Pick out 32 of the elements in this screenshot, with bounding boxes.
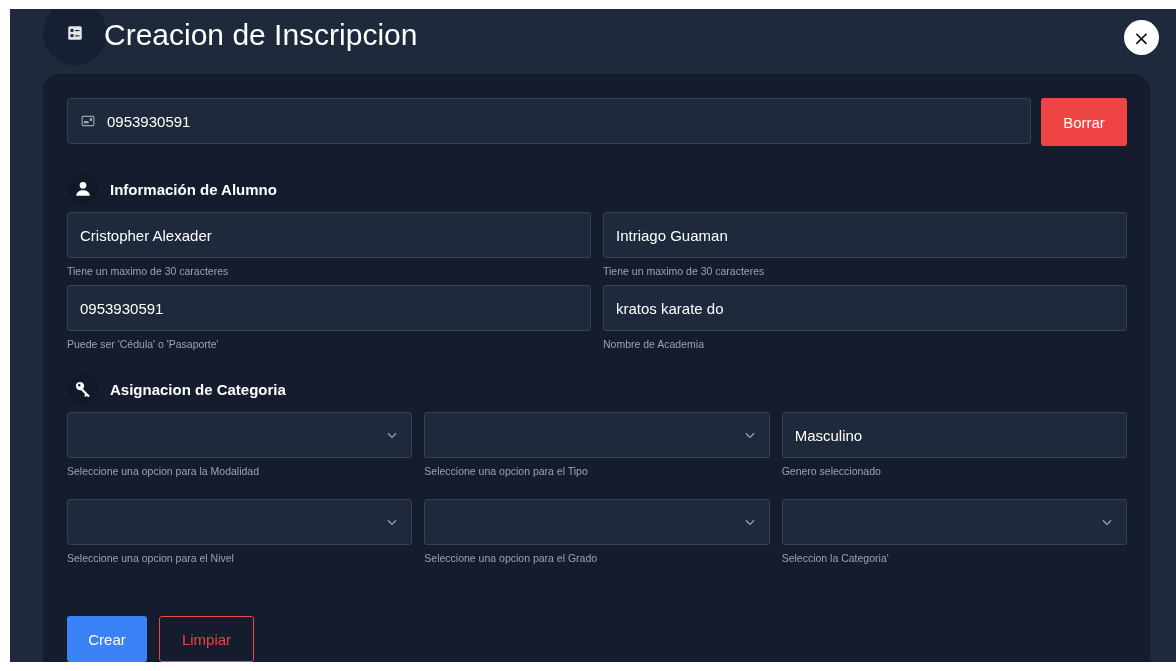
input-field[interactable]: Intriago Guaman xyxy=(603,212,1127,258)
search-field[interactable]: 0953930591 xyxy=(67,98,1031,144)
helper-text: Nombre de Academia xyxy=(603,338,705,352)
delete-button[interactable]: Borrar xyxy=(1041,98,1127,146)
helper-text: Seleccione una opcion para la Modalidad xyxy=(67,465,261,479)
input-field[interactable]: Masculino xyxy=(781,412,1127,458)
select-field[interactable] xyxy=(67,499,413,545)
select-field[interactable] xyxy=(424,412,770,458)
input-field[interactable]: kratos karate do xyxy=(603,285,1127,331)
close-button[interactable]: × xyxy=(1124,20,1159,55)
select-field[interactable] xyxy=(781,499,1127,545)
clear-button[interactable]: Limpiar xyxy=(159,616,254,662)
create-button[interactable]: Crear xyxy=(67,616,147,662)
select-field[interactable] xyxy=(424,499,770,545)
helper-text: Tiene un maximo de 30 caracteres xyxy=(67,265,230,279)
section-heading: Información de Alumno xyxy=(110,180,277,198)
form-icon xyxy=(66,23,84,42)
person-icon xyxy=(74,180,92,198)
id-card-icon xyxy=(81,114,95,128)
helper-text: Seleccione una opcion para el Nivel xyxy=(67,552,235,566)
section-heading: Asignacion de Categoria xyxy=(110,380,286,398)
helper-text: Tiene un maximo de 30 caracteres xyxy=(603,265,766,279)
helper-text: Seleccione una opcion para el Grado xyxy=(424,552,599,566)
helper-text: Seleccione una opcion para el Tipo xyxy=(424,465,589,479)
dialog-title: Creacion de Inscripcion xyxy=(104,16,419,52)
helper-text: Seleccion la Categoria' xyxy=(781,552,890,566)
input-field[interactable]: 0953930591 xyxy=(67,285,591,331)
select-field[interactable] xyxy=(67,412,413,458)
key-icon xyxy=(74,380,92,398)
input-field[interactable]: Cristopher Alexader xyxy=(67,212,591,258)
helper-text: Puede ser 'Cédula' o 'Pasaporte' xyxy=(67,338,220,352)
helper-text: Genero seleccionado xyxy=(781,465,882,479)
